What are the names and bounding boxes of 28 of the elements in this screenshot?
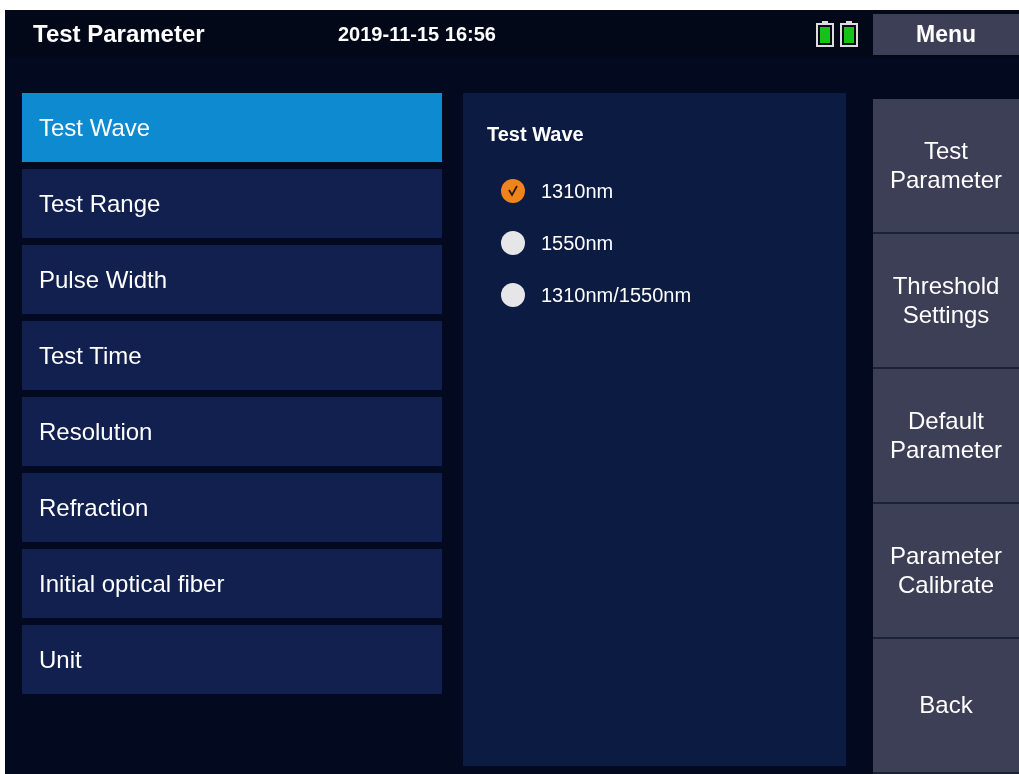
- option-label: 1550nm: [541, 231, 614, 256]
- sidebar-item[interactable]: Resolution: [22, 397, 442, 466]
- sidebar-item[interactable]: Test Range: [22, 169, 442, 238]
- radio-button[interactable]: [501, 231, 525, 255]
- radio-option[interactable]: 1310nm/1550nm: [487, 269, 698, 321]
- battery-icon: [815, 19, 859, 48]
- sidebar-item[interactable]: Test Wave: [22, 93, 442, 162]
- sidebar-item[interactable]: Unit: [22, 625, 442, 694]
- radio-button[interactable]: [501, 179, 525, 203]
- menu-button[interactable]: Threshold Settings: [873, 234, 1019, 369]
- radio-button[interactable]: [501, 283, 525, 307]
- sidebar-item[interactable]: Initial optical fiber: [22, 549, 442, 618]
- sidebar-item[interactable]: Pulse Width: [22, 245, 442, 314]
- menu-button[interactable]: Parameter Calibrate: [873, 504, 1019, 639]
- option-label: 1310nm: [541, 179, 614, 204]
- radio-option[interactable]: 1310nm: [487, 165, 620, 217]
- screen-title: Test Parameter: [33, 18, 206, 49]
- menu-button[interactable]: Default Parameter: [873, 369, 1019, 504]
- panel-title: Test Wave: [487, 122, 585, 147]
- menu-button[interactable]: Test Parameter: [873, 99, 1019, 234]
- sidebar-item[interactable]: Test Time: [22, 321, 442, 390]
- radio-option[interactable]: 1550nm: [487, 217, 620, 269]
- date-time: 2019-11-15 16:56: [338, 21, 497, 47]
- menu-label: Menu: [873, 14, 1019, 55]
- check-icon: [507, 185, 519, 197]
- menu-button[interactable]: Back: [873, 639, 1019, 774]
- sidebar-item[interactable]: Refraction: [22, 473, 442, 542]
- option-label: 1310nm/1550nm: [541, 283, 692, 308]
